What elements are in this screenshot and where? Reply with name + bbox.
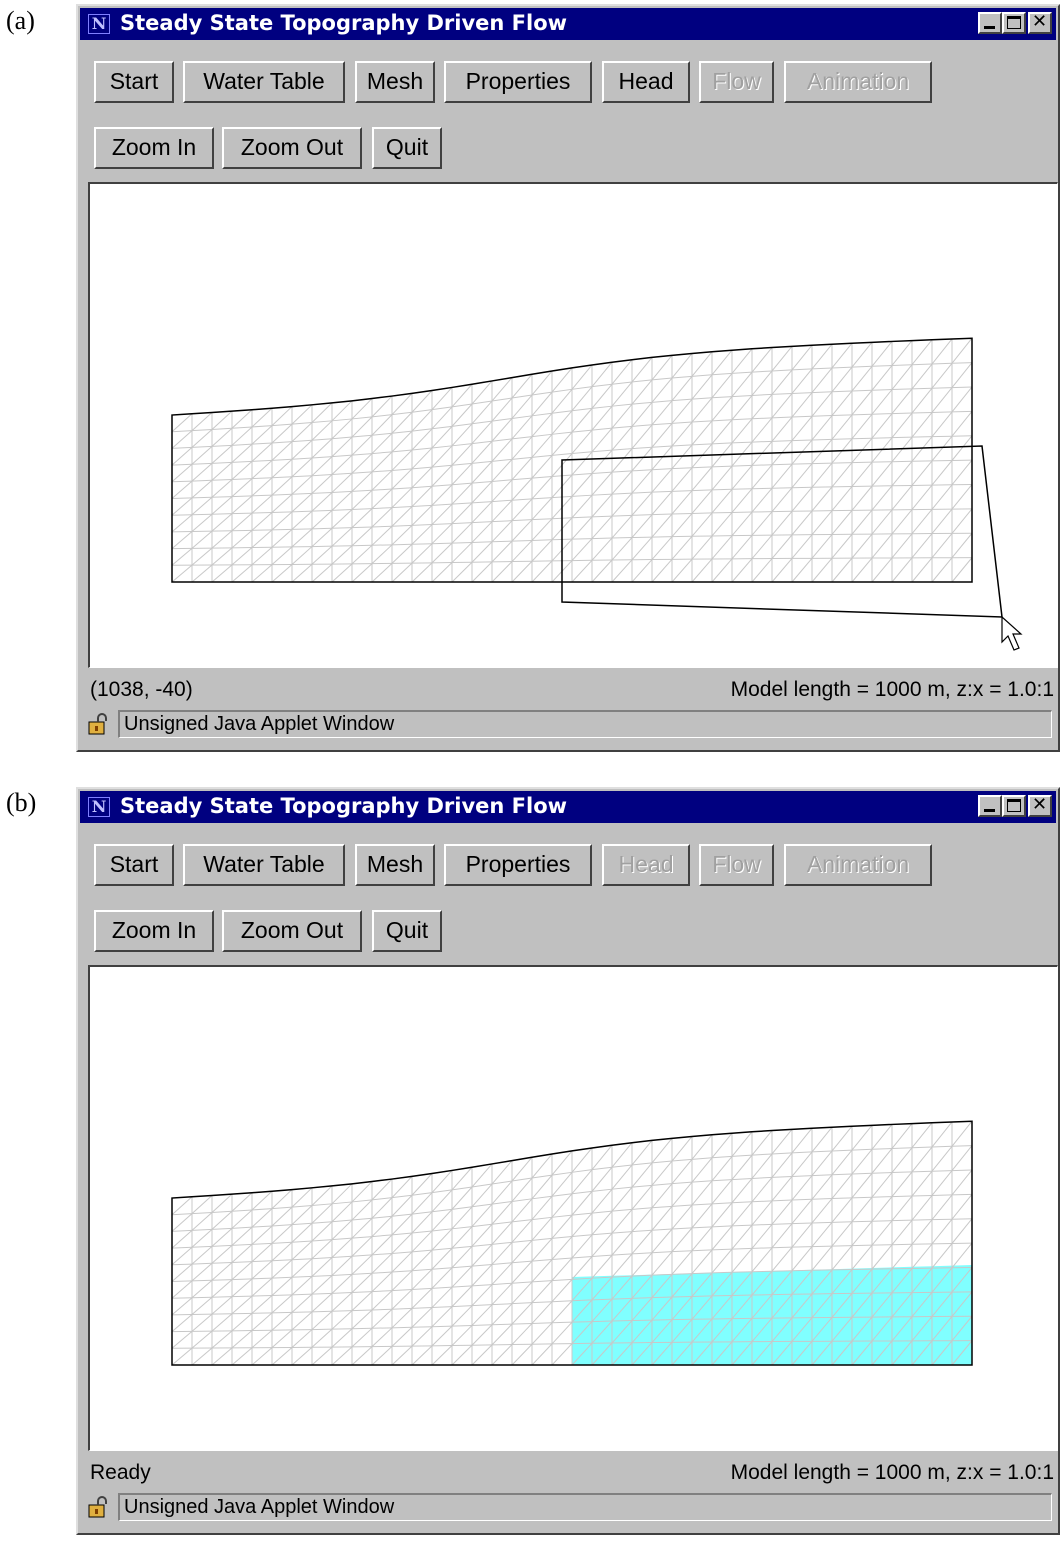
zoom-selection-box bbox=[561, 445, 1003, 618]
quit-button[interactable]: Quit bbox=[372, 127, 442, 169]
applet-warning-bar: Unsigned Java Applet Window bbox=[118, 710, 1052, 738]
close-icon: ✕ bbox=[1032, 11, 1048, 32]
water-table-button[interactable]: Water Table bbox=[183, 61, 345, 103]
model-canvas[interactable] bbox=[88, 182, 1058, 668]
panel-a-letter: (a) bbox=[6, 6, 35, 35]
window-title: Steady State Topography Driven Flow bbox=[120, 794, 568, 818]
animation-button[interactable]: Animation bbox=[784, 844, 932, 886]
title-bar: N Steady State Topography Driven Flow ✕ bbox=[80, 8, 1056, 40]
maximize-button[interactable] bbox=[1002, 795, 1026, 817]
minimize-button[interactable] bbox=[978, 12, 1002, 34]
maximize-button[interactable] bbox=[1002, 12, 1026, 34]
minimize-icon bbox=[984, 809, 995, 812]
minimize-button[interactable] bbox=[978, 795, 1002, 817]
model-info: Model length = 1000 m, z:x = 1.0:1 bbox=[730, 678, 1054, 701]
zoom-out-button[interactable]: Zoom Out bbox=[222, 910, 362, 952]
title-bar: N Steady State Topography Driven Flow ✕ bbox=[80, 791, 1056, 823]
close-icon: ✕ bbox=[1032, 794, 1048, 815]
applet-warning-bar: Unsigned Java Applet Window bbox=[118, 1493, 1052, 1521]
netscape-icon: N bbox=[88, 797, 110, 817]
properties-button[interactable]: Properties bbox=[444, 61, 592, 103]
model-info: Model length = 1000 m, z:x = 1.0:1 bbox=[730, 1461, 1054, 1484]
window-title: Steady State Topography Driven Flow bbox=[120, 11, 568, 35]
animation-button[interactable]: Animation bbox=[784, 61, 932, 103]
netscape-icon: N bbox=[88, 14, 110, 34]
close-button[interactable]: ✕ bbox=[1028, 794, 1052, 817]
maximize-icon bbox=[1007, 16, 1021, 29]
mesh-button[interactable]: Mesh bbox=[355, 844, 435, 886]
mesh-view[interactable] bbox=[90, 184, 1058, 668]
unlocked-padlock-icon bbox=[88, 1496, 107, 1518]
zoom-in-button[interactable]: Zoom In bbox=[94, 910, 214, 952]
flow-button[interactable]: Flow bbox=[699, 844, 774, 886]
zoom-out-button[interactable]: Zoom Out bbox=[222, 127, 362, 169]
unlocked-padlock-icon bbox=[88, 713, 107, 735]
panel-b-letter: (b) bbox=[6, 788, 37, 817]
arrow-cursor-icon bbox=[1001, 615, 1023, 651]
head-button[interactable]: Head bbox=[602, 844, 690, 886]
applet-window-a: N Steady State Topography Driven Flow ✕ … bbox=[76, 4, 1060, 752]
applet-window-b: N Steady State Topography Driven Flow ✕ … bbox=[76, 787, 1060, 1535]
zoom-in-button[interactable]: Zoom In bbox=[94, 127, 214, 169]
quit-button[interactable]: Quit bbox=[372, 910, 442, 952]
properties-button[interactable]: Properties bbox=[444, 844, 592, 886]
water-table-button[interactable]: Water Table bbox=[183, 844, 345, 886]
finite-element-mesh bbox=[171, 1120, 973, 1366]
model-canvas[interactable] bbox=[88, 965, 1058, 1451]
mesh-view[interactable] bbox=[90, 967, 1058, 1451]
flow-button[interactable]: Flow bbox=[699, 61, 774, 103]
head-button[interactable]: Head bbox=[602, 61, 690, 103]
start-button[interactable]: Start bbox=[94, 61, 174, 103]
close-button[interactable]: ✕ bbox=[1028, 11, 1052, 34]
maximize-icon bbox=[1007, 799, 1021, 812]
cursor-coordinates: (1038, -40) bbox=[90, 678, 193, 701]
minimize-icon bbox=[984, 26, 995, 29]
status-message: Ready bbox=[90, 1461, 151, 1484]
mesh-button[interactable]: Mesh bbox=[355, 61, 435, 103]
start-button[interactable]: Start bbox=[94, 844, 174, 886]
